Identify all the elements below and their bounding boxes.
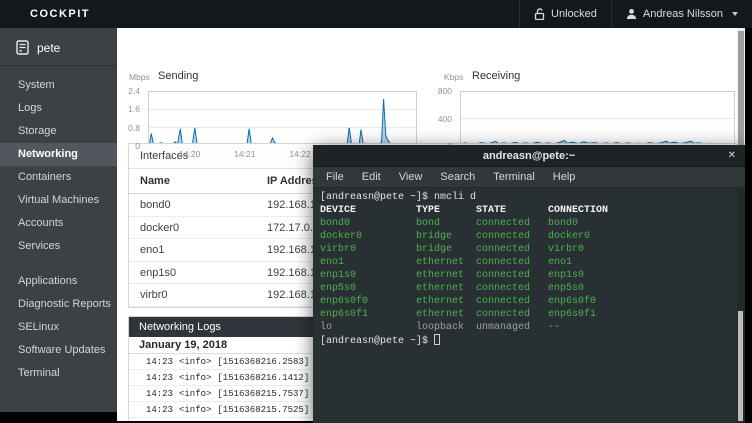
interface-name: virbr0 xyxy=(140,284,168,307)
y-tick-label: 800 xyxy=(426,86,452,96)
x-tick-label: 14:20 xyxy=(175,149,205,159)
server-icon xyxy=(16,40,29,55)
log-time: 14:23 xyxy=(129,386,173,402)
terminal-line: enp6s0f0 ethernet connected enp6s0f0 xyxy=(320,295,738,308)
sidebar-divider xyxy=(0,65,117,66)
log-level: <info> xyxy=(179,405,211,415)
sidebar-item-networking[interactable]: Networking xyxy=(0,143,117,166)
y-axis-labels: 0400800 xyxy=(429,91,456,146)
terminal-menu-file[interactable]: File xyxy=(317,171,353,183)
log-time: 14:23 xyxy=(129,370,173,386)
terminal-line: docker0 bridge connected docker0 xyxy=(320,230,738,243)
sidebar-item-diagnostic-reports[interactable]: Diagnostic Reports xyxy=(0,293,117,316)
terminal-scrollbar[interactable] xyxy=(737,189,745,423)
terminal-menu-edit[interactable]: Edit xyxy=(353,171,390,183)
sidebar: pete SystemLogsStorageNetworkingContaine… xyxy=(0,28,117,412)
y-tick-label: 1.6 xyxy=(117,104,140,114)
sending-chart-title: Sending xyxy=(158,70,198,82)
sidebar-item-software-updates[interactable]: Software Updates xyxy=(0,339,117,362)
receiving-chart-unit: Kbps xyxy=(444,72,463,82)
top-navbar: COCKPIT Unlocked Andreas Nilsson xyxy=(0,0,752,28)
terminal-line: enp1s0 ethernet connected enp1s0 xyxy=(320,269,738,282)
lock-status-button[interactable]: Unlocked xyxy=(519,0,611,28)
receiving-chart-plot xyxy=(460,91,735,146)
user-name-label: Andreas Nilsson xyxy=(643,8,723,20)
terminal-scrollbar-thumb[interactable] xyxy=(738,311,743,421)
terminal-line: bond0 bond connected bond0 xyxy=(320,217,738,230)
interface-name: bond0 xyxy=(140,194,171,217)
y-axis-labels: 00.81.62.4 xyxy=(117,91,144,146)
terminal-menubar: FileEditViewSearchTerminalHelp xyxy=(313,167,745,188)
log-time: 14:23 xyxy=(129,418,173,421)
terminal-titlebar[interactable]: andreasn@pete:~ ✕ xyxy=(313,145,745,167)
terminal-menu-help[interactable]: Help xyxy=(544,171,585,183)
lock-status-label: Unlocked xyxy=(551,8,597,20)
sidebar-item-system[interactable]: System xyxy=(0,74,117,97)
sidebar-item-applications[interactable]: Applications xyxy=(0,270,117,293)
unlock-icon xyxy=(534,8,545,20)
sidebar-item-services[interactable]: Services xyxy=(0,235,117,258)
y-tick-label: 2.4 xyxy=(117,86,140,96)
sidebar-item-terminal[interactable]: Terminal xyxy=(0,362,117,385)
host-selector[interactable]: pete xyxy=(0,28,117,65)
app-brand: COCKPIT xyxy=(30,8,90,20)
user-icon xyxy=(626,8,637,20)
receiving-chart xyxy=(460,91,735,146)
log-time: 14:23 xyxy=(129,354,173,370)
close-icon[interactable]: ✕ xyxy=(728,145,736,167)
interfaces-col-name: Name xyxy=(140,169,170,194)
terminal-body[interactable]: [andreasn@pete ~]$ nmcli dDEVICE TYPE ST… xyxy=(313,188,745,423)
y-tick-label: 0 xyxy=(117,141,140,151)
y-tick-label: 0.8 xyxy=(117,123,140,133)
interface-name: docker0 xyxy=(140,217,179,240)
terminal-line: [andreasn@pete ~]$ nmcli d xyxy=(320,191,738,204)
sending-chart-unit: Mbps xyxy=(129,72,150,82)
sending-chart-plot xyxy=(148,91,417,146)
sending-chart xyxy=(148,91,417,146)
terminal-line: enp6s0f1 ethernet connected enp6s0f1 xyxy=(320,308,738,321)
terminal-line: lo loopback unmanaged -- xyxy=(320,321,738,334)
terminal-menu-terminal[interactable]: Terminal xyxy=(484,171,544,183)
terminal-cursor xyxy=(434,334,440,345)
receiving-chart-title: Receiving xyxy=(472,70,520,82)
terminal-line: eno1 ethernet connected eno1 xyxy=(320,256,738,269)
terminal-line: DEVICE TYPE STATE CONNECTION xyxy=(320,204,738,217)
sidebar-nav-secondary: ApplicationsDiagnostic ReportsSELinuxSof… xyxy=(0,270,117,385)
log-time: 14:23 xyxy=(129,402,173,418)
log-level: <info> xyxy=(179,357,211,367)
user-menu-button[interactable]: Andreas Nilsson xyxy=(611,0,752,28)
terminal-line: [andreasn@pete ~]$ xyxy=(320,334,738,348)
log-level: <info> xyxy=(179,373,211,383)
screen: COCKPIT Unlocked Andreas Nilsson xyxy=(0,0,752,423)
terminal-menu-search[interactable]: Search xyxy=(431,171,484,183)
terminal-line: enp5s0 ethernet connected enp5s0 xyxy=(320,282,738,295)
sidebar-item-virtual-machines[interactable]: Virtual Machines xyxy=(0,189,117,212)
terminal-menu-view[interactable]: View xyxy=(390,171,432,183)
interface-name: enp1s0 xyxy=(140,262,176,285)
sidebar-item-logs[interactable]: Logs xyxy=(0,97,117,120)
terminal-title: andreasn@pete:~ xyxy=(313,150,745,162)
terminal-line: virbr0 bridge connected virbr0 xyxy=(320,243,738,256)
page-scrollbar-thumb[interactable] xyxy=(738,31,744,149)
sidebar-item-selinux[interactable]: SELinux xyxy=(0,316,117,339)
x-tick-label: 14:21 xyxy=(230,149,260,159)
interface-name: eno1 xyxy=(140,239,164,262)
sidebar-item-accounts[interactable]: Accounts xyxy=(0,212,117,235)
host-name: pete xyxy=(37,41,60,55)
sidebar-item-containers[interactable]: Containers xyxy=(0,166,117,189)
chevron-down-icon xyxy=(732,12,738,16)
sidebar-item-storage[interactable]: Storage xyxy=(0,120,117,143)
y-tick-label: 400 xyxy=(426,114,452,124)
log-level: <info> xyxy=(179,389,211,399)
x-tick-label: 14:22 xyxy=(285,149,315,159)
sidebar-nav-primary: SystemLogsStorageNetworkingContainersVir… xyxy=(0,74,117,258)
terminal-window: andreasn@pete:~ ✕ FileEditViewSearchTerm… xyxy=(313,145,745,423)
